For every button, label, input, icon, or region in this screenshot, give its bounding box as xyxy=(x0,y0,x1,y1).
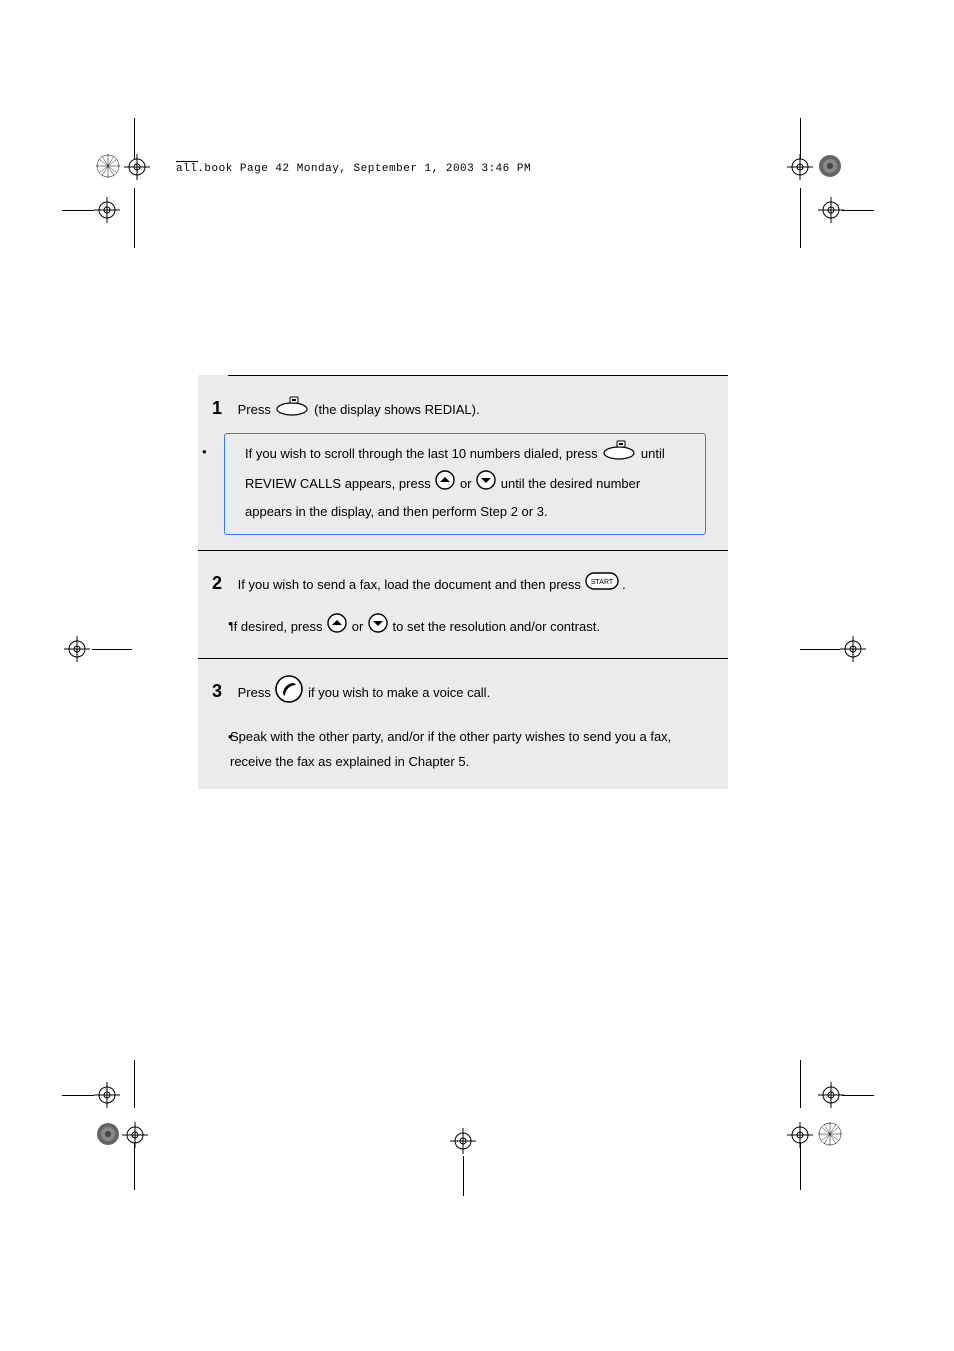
crosshair-icon xyxy=(787,1122,813,1148)
crosshair-icon xyxy=(64,636,90,662)
up-arrow-key-icon xyxy=(326,612,348,643)
step-number: 3 xyxy=(212,681,222,701)
step-1-text-pre: Press xyxy=(226,402,275,417)
svg-text:START: START xyxy=(590,579,613,586)
instruction-panel: 1 Press (the display shows REDIAL). • If… xyxy=(198,375,728,789)
bullet-icon: • xyxy=(202,440,207,465)
up-arrow-key-icon xyxy=(434,469,456,500)
step2-bullet-mid: or xyxy=(352,619,367,634)
speed-dial-key-icon xyxy=(601,440,637,469)
step2-bullet-end: to set the resolution and/or contrast. xyxy=(393,619,600,634)
registration-dot-icon xyxy=(96,1122,120,1146)
crosshair-icon xyxy=(94,1082,120,1108)
speed-dial-key-icon xyxy=(274,396,310,425)
crosshair-icon xyxy=(818,197,844,223)
registration-target-icon xyxy=(818,1122,842,1146)
step3-bullet: Speak with the other party, and/or if th… xyxy=(230,729,671,769)
step-2: 2 If you wish to send a fax, load the do… xyxy=(198,551,728,658)
step-1-note-highlight: • If you wish to scroll through the last… xyxy=(224,433,706,535)
step-3-text-post: if you wish to make a voice call. xyxy=(308,685,490,700)
phone-key-icon xyxy=(274,674,304,713)
step-1: 1 Press (the display shows REDIAL). • If… xyxy=(198,376,728,550)
crosshair-icon xyxy=(450,1128,476,1154)
down-arrow-key-icon xyxy=(367,612,389,643)
registration-dot-icon xyxy=(818,154,842,178)
step1-bullet-e: appears in the display, and then perform… xyxy=(245,504,548,519)
bullet-icon: • xyxy=(228,725,233,750)
step1-bullet-c: or xyxy=(460,476,475,491)
step-number: 2 xyxy=(212,573,222,593)
bullet-icon: • xyxy=(228,612,233,637)
step-3: 3 Press if you wish to make a voice call… xyxy=(198,659,728,789)
down-arrow-key-icon xyxy=(475,469,497,500)
crosshair-icon xyxy=(787,154,813,180)
step-number: 1 xyxy=(212,398,222,418)
step-2-text-post: . xyxy=(622,577,626,592)
step2-bullet-a: If desired, press xyxy=(230,619,326,634)
document-header-tag: all.book Page 42 Monday, September 1, 20… xyxy=(176,163,531,175)
registration-target-icon xyxy=(96,154,120,178)
crop-mark-mid-left xyxy=(64,636,90,662)
crop-mark-bottom-center xyxy=(450,1128,476,1154)
crosshair-icon xyxy=(124,154,150,180)
step-1-text-post: (the display shows REDIAL). xyxy=(314,402,479,417)
start-key-icon: START xyxy=(585,572,619,599)
crosshair-icon xyxy=(818,1082,844,1108)
crosshair-icon xyxy=(840,636,866,662)
step1-bullet-b: REVIEW CALLS appears, press xyxy=(245,476,434,491)
crosshair-icon xyxy=(122,1122,148,1148)
step-2-text: If you wish to send a fax, load the docu… xyxy=(226,577,585,592)
step1-bullet-a-post: until xyxy=(641,446,665,461)
step-3-text-pre: Press xyxy=(226,685,275,700)
step1-bullet-d: until the desired number xyxy=(501,476,640,491)
step1-bullet-a: If you wish to scroll through the last 1… xyxy=(245,446,601,461)
crop-mark-mid-right xyxy=(840,636,866,662)
crosshair-icon xyxy=(94,197,120,223)
